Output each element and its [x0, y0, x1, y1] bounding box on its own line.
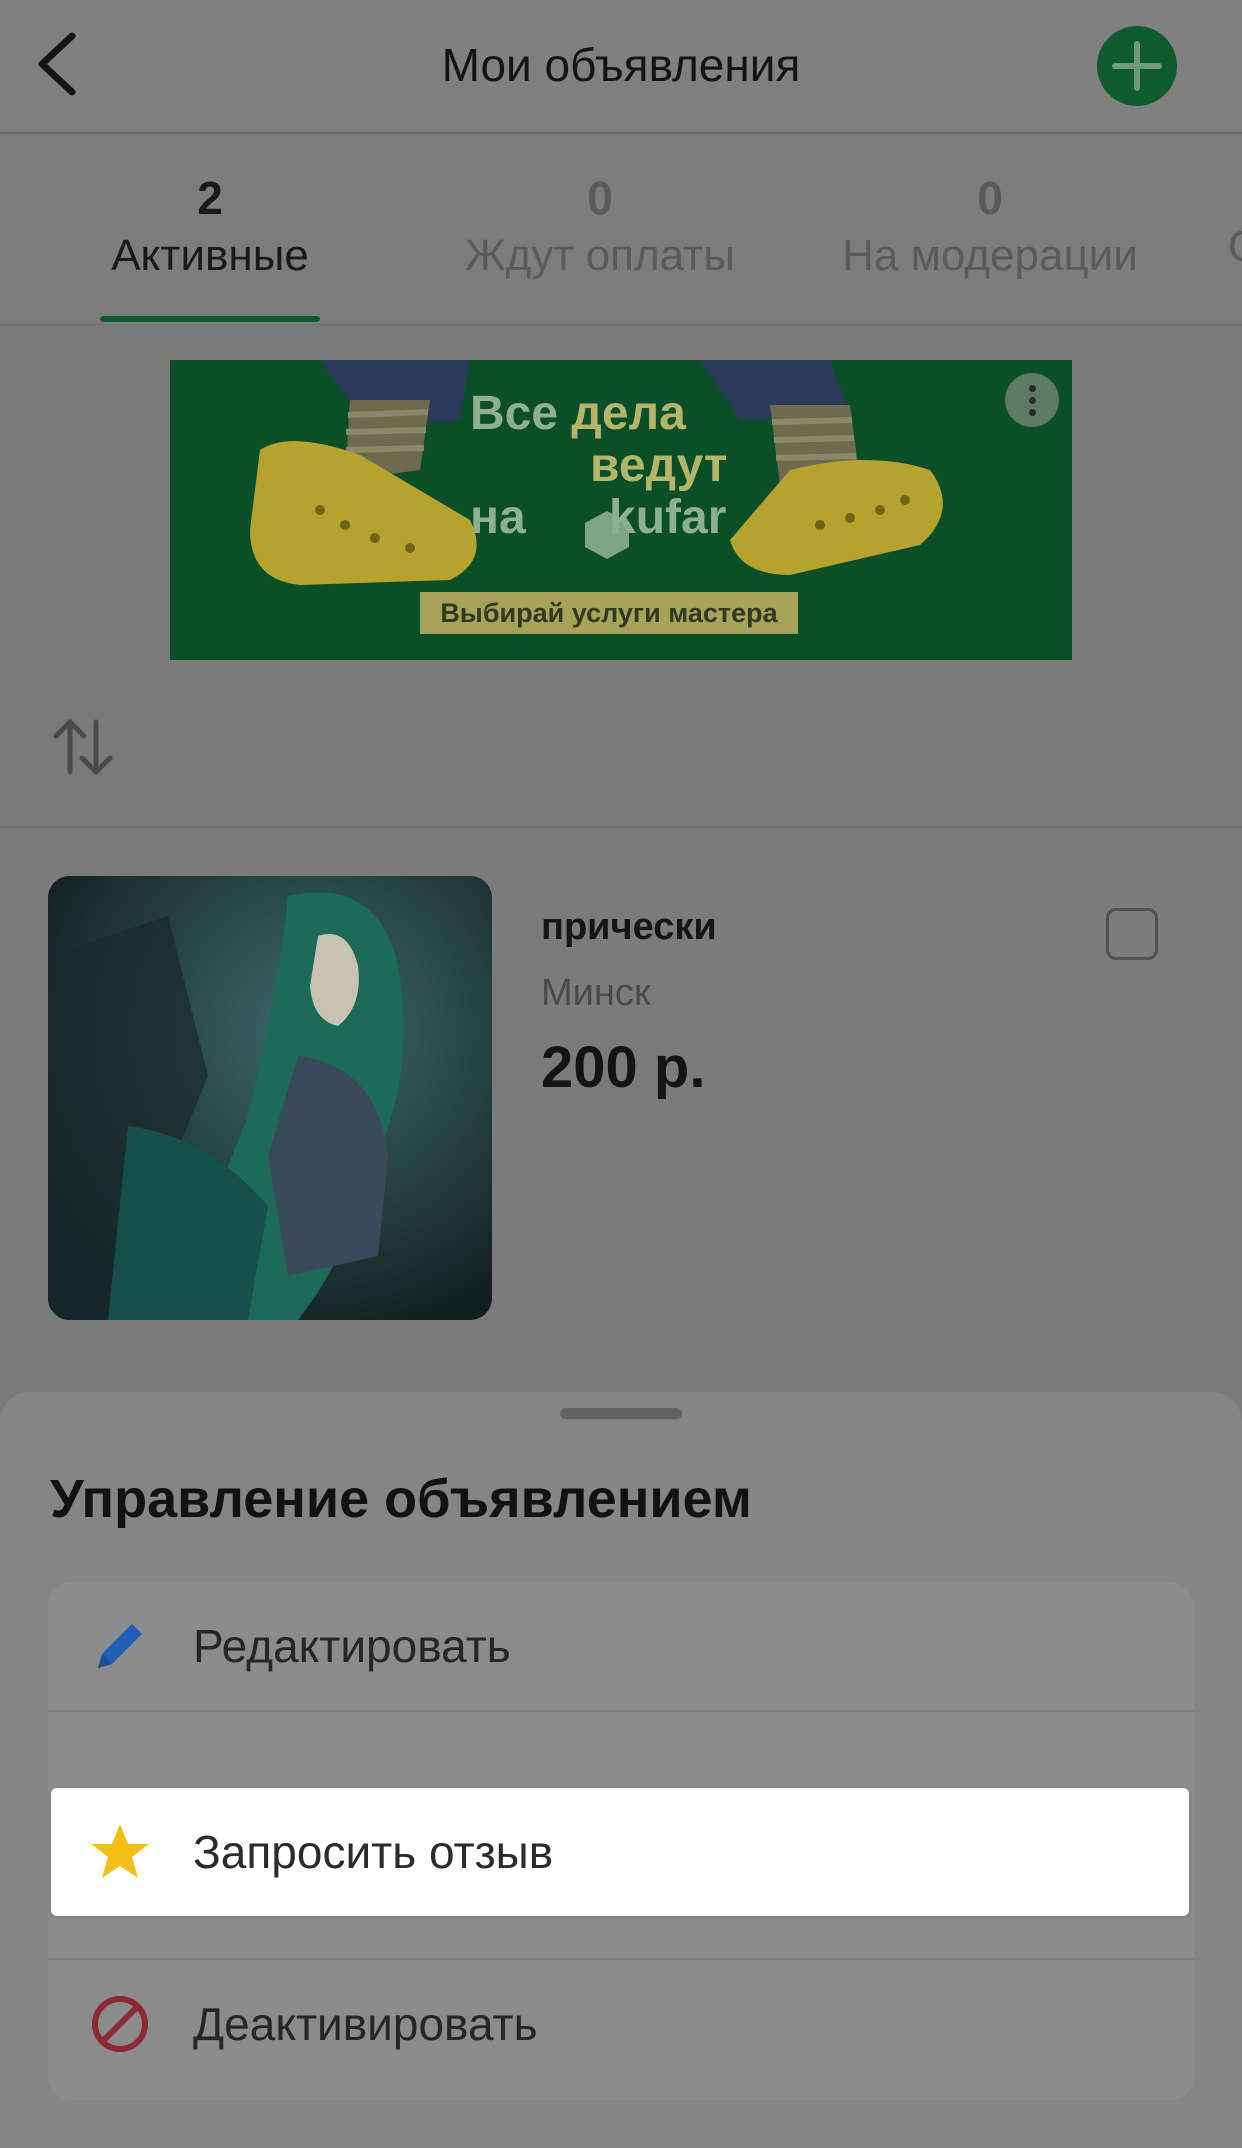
- highlight-layer: Запросить отзыв: [48, 1582, 1194, 2100]
- tab-overflow-partial[interactable]: О: [1228, 222, 1242, 272]
- sort-bar: [0, 686, 1242, 824]
- banner-line2: ведут: [590, 439, 728, 492]
- status-tabs: 2 Активные 0 Ждут оплаты 0 На модерации …: [0, 134, 1242, 326]
- tab-label: На модерации: [842, 231, 1138, 280]
- active-tab-indicator: [100, 316, 320, 322]
- tab-count: 2: [197, 172, 223, 224]
- tab-count: 0: [977, 172, 1003, 224]
- listing-select-checkbox[interactable]: [1106, 908, 1158, 960]
- banner-line3: на: [470, 491, 526, 544]
- banner-line1b: дела: [571, 387, 686, 440]
- listing-photo[interactable]: [48, 876, 492, 1320]
- tab-active[interactable]: 2 Активные: [60, 170, 360, 286]
- tab-moderation[interactable]: 0 На модерации: [820, 170, 1160, 286]
- request-review-button[interactable]: Запросить отзыв: [51, 1788, 1189, 1916]
- sheet-title: Управление объявлением: [50, 1469, 752, 1529]
- menu-item-label: Запросить отзыв: [193, 1826, 554, 1878]
- sheet-drag-handle[interactable]: [560, 1408, 682, 1419]
- sort-arrows-icon: [53, 719, 113, 775]
- tab-label: Ждут оплаты: [465, 231, 735, 280]
- page-title: Мои объявления: [441, 39, 801, 91]
- listing-price: 200 р.: [541, 1035, 706, 1100]
- tab-awaiting-payment[interactable]: 0 Ждут оплаты: [440, 170, 760, 286]
- listing-title[interactable]: прически: [541, 906, 717, 949]
- plus-icon: [1112, 41, 1162, 91]
- banner-cta: Выбирай услуги мастера: [420, 592, 798, 634]
- banner-brand: kufar: [609, 491, 727, 544]
- tab-label: Активные: [111, 231, 309, 280]
- ad-options-button[interactable]: [1005, 373, 1059, 427]
- listing-city: Минск: [541, 972, 651, 1014]
- sort-button[interactable]: [52, 716, 114, 778]
- banner-line1: Все: [470, 387, 559, 440]
- star-icon: [91, 1824, 149, 1878]
- listing-image: [48, 876, 492, 1320]
- tab-count: 0: [587, 172, 613, 224]
- add-listing-button[interactable]: [1097, 26, 1177, 106]
- banner-headline: Все дела ведут на kufar: [470, 388, 800, 544]
